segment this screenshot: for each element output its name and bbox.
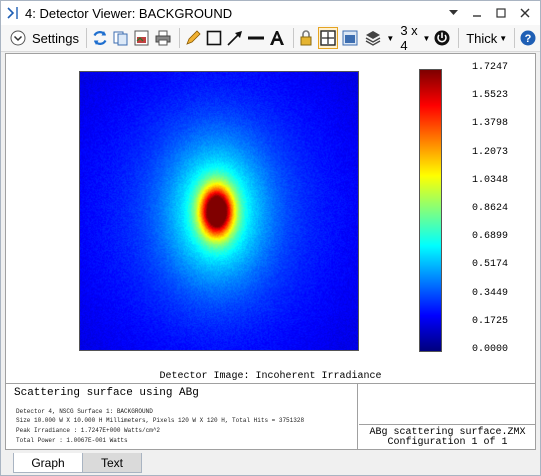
line-thickness-label: Thick [466,30,498,46]
export-image-icon[interactable] [133,27,151,49]
app-icon [5,5,21,21]
svg-text:?: ? [525,33,532,45]
colorbar-tick-label: 1.5523 [472,90,509,102]
chevron-down-icon: ▼ [422,33,431,43]
pencil-icon[interactable] [184,27,202,49]
layout-selector[interactable]: 3 x 4 ▼ [397,23,431,53]
line-icon[interactable] [247,27,265,49]
plot-area: 1.7247 1.5523 1.3798 1.2073 1.0348 0.8624 0.68… [5,53,536,371]
colorbar-tick-label: 0.5174 [472,259,509,271]
info-title: Scattering surface using ABg [14,387,199,399]
window-menu-chevron-icon[interactable] [442,4,464,22]
toolbar-divider [458,28,460,48]
layers-button[interactable]: ▼ [362,27,394,49]
colorbar [419,69,442,352]
toolbar-divider [85,28,87,48]
print-icon[interactable] [154,27,172,49]
copy-icon[interactable] [112,27,130,49]
info-divider [359,424,536,425]
toolbar-divider [292,28,294,48]
line-thickness-selector[interactable]: Thick ▼ [463,27,507,49]
toolbar: Settings ▼ 3 x 4 ▼ Thick ▼ ? [1,23,540,53]
settings-chevron-icon [7,27,29,49]
chevron-down-icon: ▼ [386,33,395,43]
lock-icon[interactable] [297,27,315,49]
colorbar-tick-label: 1.0348 [472,174,509,186]
title-bar[interactable]: 4: Detector Viewer: BACKGROUND [1,1,540,25]
colorbar-tick-label: 0.3449 [472,287,509,299]
info-panel: Scattering surface using ABg Detector 4,… [5,384,536,450]
toolbar-divider [514,28,516,48]
configuration-label: Configuration 1 of 1 [387,437,508,448]
refresh-icon[interactable] [91,27,109,49]
colorbar-tick-label: 1.2073 [472,146,509,158]
settings-label: Settings [32,30,79,46]
colorbar-tick-label: 0.1725 [472,315,509,327]
tab-text[interactable]: Text [82,453,142,473]
minimize-icon[interactable] [466,4,488,22]
layout-label: 3 x 4 [400,23,418,53]
rectangle-icon[interactable] [205,27,223,49]
colorbar-tick-label: 0.8624 [472,203,509,214]
colorbar-tick-label: 1.7247 [472,62,509,73]
colorbar-tick-label: 0.6899 [472,231,509,243]
info-line: Size 10.000 W X 10.000 H Millimeters, Pi… [16,417,305,424]
info-line: Peak Irradiance : 1.7247E+000 Watts/cm^2 [16,427,161,434]
power-icon[interactable] [433,27,451,49]
info-right: ABg scattering surface.ZMX Configuration… [359,384,536,449]
maximize-icon[interactable] [490,4,512,22]
arrow-icon[interactable] [226,27,244,49]
fit-view-icon[interactable] [318,27,339,49]
layers-icon [362,27,384,49]
tab-bar: Graph Text [1,453,540,475]
plot-caption: Detector Image: Incoherent Irradiance [5,370,536,384]
toolbar-divider [178,28,180,48]
help-icon[interactable]: ? [519,27,537,49]
chevron-down-icon: ▼ [499,33,508,43]
detector-viewer-window: 4: Detector Viewer: BACKGROUND Settings [0,0,541,476]
info-line: Total Power : 1.0067E-001 Watts [16,437,128,444]
info-line: Detector 4, NSCG Surface 1: BACKGROUND [16,408,153,415]
text-tool-icon[interactable] [268,27,286,49]
tab-graph[interactable]: Graph [13,453,83,473]
colorbar-tick-label: 0.0000 [472,344,509,355]
window-layout-icon[interactable] [341,27,359,49]
settings-button[interactable]: Settings [7,27,79,49]
info-left: Scattering surface using ABg Detector 4,… [6,384,358,449]
close-icon[interactable] [514,4,536,22]
window-title: 4: Detector Viewer: BACKGROUND [25,5,233,21]
colorbar-tick-label: 1.3798 [472,118,509,130]
detector-heatmap[interactable] [79,71,359,351]
